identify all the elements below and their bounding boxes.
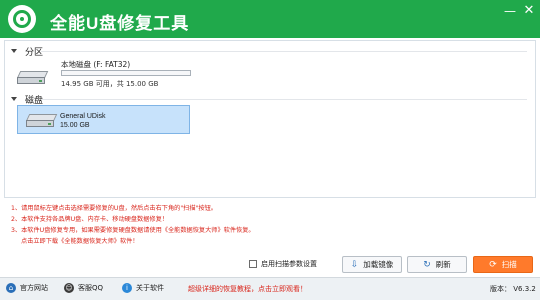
qq-icon: ☺: [64, 283, 74, 293]
scan-button[interactable]: ⟳ 扫描: [473, 256, 533, 273]
load-image-label: 加载镜像: [363, 260, 394, 269]
partition-section-header[interactable]: 分区: [11, 45, 43, 58]
download-link[interactable]: 点击立即下载《全能数据恢复大师》软件！: [21, 237, 139, 248]
partition-item[interactable]: 本地磁盘 (F: FAT32) 14.95 GB 可用，共 15.00 GB: [17, 57, 217, 91]
official-website-link[interactable]: ⌂ 官方网站: [6, 283, 48, 293]
section-divider: [41, 99, 527, 100]
disk-item-general-udisk[interactable]: General UDisk 15.00 GB: [17, 105, 190, 134]
instruction-line-3: 3、本软件U盘修复专用，如果需要修复硬盘数据请使用《全能数据恢复大师》软件恢复。: [11, 227, 255, 234]
load-image-icon: ⇩: [350, 259, 359, 270]
drive-list-panel: 分区 本地磁盘 (F: FAT32) 14.95 GB 可用，共 15.00 G…: [4, 40, 536, 198]
instruction-line-2: 2、本软件支持各品牌U盘、内存卡、移动硬盘数据修复！: [11, 216, 168, 223]
version-label: 版本： V6.3.2: [490, 285, 536, 293]
scan-icon: ⟳: [489, 259, 497, 270]
refresh-label: 刷新: [435, 260, 451, 269]
app-title: 全能U盘修复工具: [50, 14, 190, 33]
info-icon: i: [122, 283, 132, 293]
download-link-text[interactable]: 点击立即下载《全能数据恢复大师》软件！: [21, 238, 139, 245]
status-bar: ⌂ 官方网站 ☺ 客服QQ i 关于软件 超级详细的恢复教程，点击立即观看！ 版…: [0, 277, 540, 300]
official-website-label: 官方网站: [20, 284, 48, 292]
instructions-area: 1、请用鼠标左键点击选择需要修复的U盘，然后点击右下角的"扫描"按钮。 2、本软…: [4, 200, 536, 252]
drive-icon: [17, 71, 49, 85]
disk-name: General UDisk: [60, 113, 106, 120]
minimize-button[interactable]: —: [502, 4, 518, 18]
partition-name: 本地磁盘 (F: FAT32): [61, 60, 131, 69]
collapse-arrow-icon: [11, 97, 17, 101]
collapse-arrow-icon: [11, 49, 17, 53]
instruction-line-1: 1、请用鼠标左键点击选择需要修复的U盘，然后点击右下角的"扫描"按钮。: [11, 205, 217, 212]
customer-service-qq-link[interactable]: ☺ 客服QQ: [64, 283, 103, 293]
drive-icon: [26, 114, 58, 128]
about-software-label: 关于软件: [136, 284, 164, 292]
customer-service-qq-label: 客服QQ: [78, 284, 104, 292]
load-image-button[interactable]: ⇩ 加载镜像: [342, 256, 402, 273]
disk-section-header[interactable]: 磁盘: [11, 93, 43, 106]
refresh-button[interactable]: ↻ 刷新: [407, 256, 467, 273]
about-software-link[interactable]: i 关于软件: [122, 283, 164, 293]
home-icon: ⌂: [6, 283, 16, 293]
capacity-bar: [61, 70, 191, 76]
advanced-scan-label: 启用扫描参数设置: [261, 260, 317, 268]
refresh-icon: ↻: [423, 259, 431, 270]
close-button[interactable]: ✕: [521, 4, 537, 18]
app-logo-icon: [8, 5, 36, 33]
tutorial-promo-link[interactable]: 超级详细的恢复教程，点击立即观看！: [188, 284, 307, 294]
advanced-scan-checkbox[interactable]: 启用扫描参数设置: [249, 259, 317, 269]
scan-label: 扫描: [501, 260, 517, 269]
section-divider: [41, 51, 527, 52]
disk-size: 15.00 GB: [60, 122, 90, 129]
partition-capacity: 14.95 GB 可用，共 15.00 GB: [61, 80, 159, 88]
checkbox-box[interactable]: [249, 260, 257, 268]
title-bar: 全能U盘修复工具 — ✕: [0, 0, 540, 38]
